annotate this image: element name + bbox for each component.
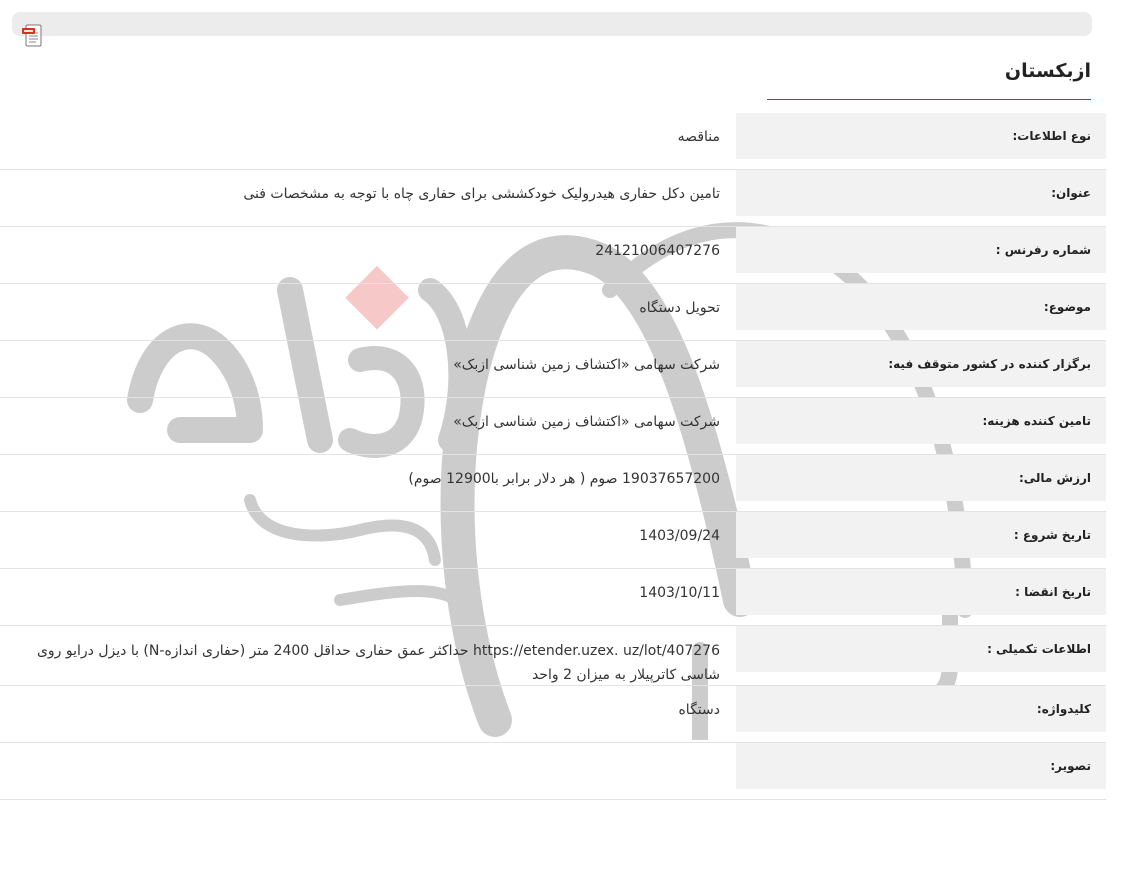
detail-row-title: عنوان: تامین دکل حفاری هیدرولیک خودکششی ب… — [0, 170, 1106, 227]
detail-value-subject: تحویل دستگاه — [639, 300, 720, 316]
detail-value-additional-info: https://etender.uzex. uz/lot/407276 حداک… — [36, 643, 720, 683]
detail-label-organizer: برگزار کننده در کشور متوقف فیه: — [736, 341, 1106, 387]
detail-label-start-date: تاریخ شروع : — [736, 512, 1106, 558]
detail-row-start-date: تاریخ شروع : 1403/09/24 — [0, 512, 1106, 569]
detail-row-organizer: برگزار کننده در کشور متوقف فیه: شرکت سهام… — [0, 341, 1106, 398]
detail-label-financial-value: ارزش مالی: — [736, 455, 1106, 501]
detail-value-financial-value: 19037657200 صوم ( هر دلار برابر با12900 … — [408, 471, 720, 487]
detail-value-reference-number: 24121006407276 — [595, 243, 720, 259]
detail-row-expiry-date: تاریخ انقضا : 1403/10/11 — [0, 569, 1106, 626]
detail-value-organizer: شرکت سهامی «اکتشاف زمین شناسی ازبک» — [453, 357, 720, 373]
detail-row-subject: موضوع: تحویل دستگاه — [0, 284, 1106, 341]
top-bar — [12, 12, 1092, 36]
detail-value-cost-provider: شرکت سهامی «اکتشاف زمین شناسی ازبک» — [453, 414, 720, 430]
detail-label-cost-provider: تامین کننده هزینه: — [736, 398, 1106, 444]
detail-value-info-type: مناقصه — [677, 129, 720, 145]
detail-value-title: تامین دکل حفاری هیدرولیک خودکششی برای حف… — [243, 186, 720, 202]
detail-value-expiry-date: 1403/10/11 — [639, 585, 720, 601]
detail-row-reference-number: شماره رفرنس : 24121006407276 — [0, 227, 1106, 284]
details-table: نوع اطلاعات: مناقصه عنوان: تامین دکل حفاری … — [0, 113, 1106, 800]
page-title: ازبکستان — [1004, 60, 1091, 82]
detail-value-start-date: 1403/09/24 — [639, 528, 720, 544]
detail-label-keyword: کلیدواژه: — [736, 686, 1106, 732]
detail-label-expiry-date: تاریخ انقضا : — [736, 569, 1106, 615]
detail-label-additional-info: اطلاعات تکمیلی : — [736, 626, 1106, 672]
detail-value-image — [20, 743, 720, 755]
detail-label-info-type: نوع اطلاعات: — [736, 113, 1106, 159]
detail-label-image: تصویر: — [736, 743, 1106, 789]
detail-label-subject: موضوع: — [736, 284, 1106, 330]
detail-label-reference-number: شماره رفرنس : — [736, 227, 1106, 273]
detail-value-keyword: دستگاه — [678, 702, 720, 718]
detail-row-info-type: نوع اطلاعات: مناقصه — [0, 113, 1106, 170]
detail-row-financial-value: ارزش مالی: 19037657200 صوم ( هر دلار براب… — [0, 455, 1106, 512]
title-underline — [767, 99, 1091, 100]
detail-label-title: عنوان: — [736, 170, 1106, 216]
detail-row-image: تصویر: — [0, 743, 1106, 800]
detail-row-cost-provider: تامین کننده هزینه: شرکت سهامی «اکتشاف زمی… — [0, 398, 1106, 455]
detail-row-additional-info: اطلاعات تکمیلی : https://etender.uzex. uz… — [0, 626, 1106, 686]
pdf-file-icon[interactable] — [22, 24, 44, 48]
detail-row-keyword: کلیدواژه: دستگاه — [0, 686, 1106, 743]
page: ازبکستان نوع اطلاعات: مناقصه عنوان: تامین د… — [0, 0, 1128, 888]
